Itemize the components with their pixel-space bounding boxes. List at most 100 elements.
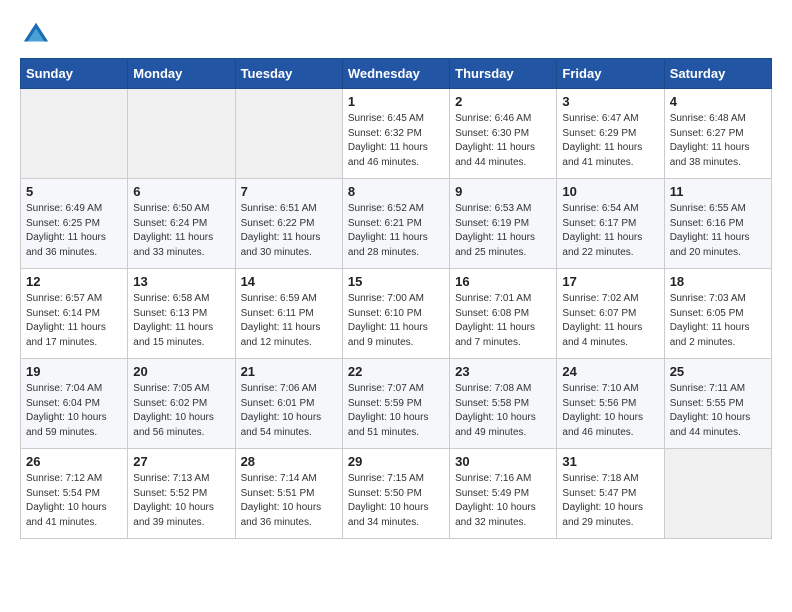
day-number: 17 [562, 274, 658, 289]
logo [20, 20, 52, 48]
day-info: Sunrise: 7:01 AM Sunset: 6:08 PM Dayligh… [455, 292, 551, 350]
day-info: Sunrise: 6:57 AM Sunset: 6:14 PM Dayligh… [26, 292, 122, 350]
week-row-1: 1 Sunrise: 6:45 AM Sunset: 6:32 PM Daylig… [21, 89, 772, 179]
day-number: 15 [348, 274, 444, 289]
day-cell: 26 Sunrise: 7:12 AM Sunset: 5:54 PM Dayli… [21, 449, 128, 539]
day-cell: 11Sunrise: 6:55 AM Sunset: 6:16 PM Dayli… [664, 179, 771, 269]
day-cell: 29Sunrise: 7:15 AM Sunset: 5:50 PM Dayli… [342, 449, 449, 539]
day-info: Sunrise: 7:05 AM Sunset: 6:02 PM Dayligh… [133, 382, 229, 440]
day-cell: 30Sunrise: 7:16 AM Sunset: 5:49 PM Dayli… [450, 449, 557, 539]
week-row-4: 19 Sunrise: 7:04 AM Sunset: 6:04 PM Dayli… [21, 359, 772, 449]
day-number: 19 [26, 364, 122, 379]
day-cell: 20 Sunrise: 7:05 AM Sunset: 6:02 PM Dayli… [128, 359, 235, 449]
day-info: Sunrise: 7:03 AM Sunset: 6:05 PM Dayligh… [670, 292, 766, 350]
day-cell: 22Sunrise: 7:07 AM Sunset: 5:59 PM Dayli… [342, 359, 449, 449]
day-number: 2 [455, 94, 551, 109]
day-number: 4 [670, 94, 766, 109]
day-number: 21 [241, 364, 337, 379]
day-cell: 31 Sunrise: 7:18 AM Sunset: 5:47 PM Dayli… [557, 449, 664, 539]
day-info: Sunrise: 6:52 AM Sunset: 6:21 PM Dayligh… [348, 202, 444, 260]
day-cell [235, 89, 342, 179]
day-cell: 27 Sunrise: 7:13 AM Sunset: 5:52 PM Dayli… [128, 449, 235, 539]
day-cell: 5 Sunrise: 6:49 AM Sunset: 6:25 PM Daylig… [21, 179, 128, 269]
day-info: Sunrise: 6:54 AM Sunset: 6:17 PM Dayligh… [562, 202, 658, 260]
day-info: Sunrise: 6:45 AM Sunset: 6:32 PM Dayligh… [348, 112, 444, 170]
day-cell: 19 Sunrise: 7:04 AM Sunset: 6:04 PM Dayli… [21, 359, 128, 449]
day-number: 12 [26, 274, 122, 289]
weekday-header-thursday: Thursday [450, 59, 557, 89]
day-cell: 25Sunrise: 7:11 AM Sunset: 5:55 PM Dayli… [664, 359, 771, 449]
day-number: 26 [26, 454, 122, 469]
day-cell [128, 89, 235, 179]
weekday-header-sunday: Sunday [21, 59, 128, 89]
day-info: Sunrise: 7:04 AM Sunset: 6:04 PM Dayligh… [26, 382, 122, 440]
day-cell [21, 89, 128, 179]
weekday-header-tuesday: Tuesday [235, 59, 342, 89]
day-info: Sunrise: 7:18 AM Sunset: 5:47 PM Dayligh… [562, 472, 658, 530]
day-cell: 24 Sunrise: 7:10 AM Sunset: 5:56 PM Dayli… [557, 359, 664, 449]
day-number: 24 [562, 364, 658, 379]
day-cell: 10 Sunrise: 6:54 AM Sunset: 6:17 PM Dayli… [557, 179, 664, 269]
day-number: 23 [455, 364, 551, 379]
day-info: Sunrise: 7:14 AM Sunset: 5:51 PM Dayligh… [241, 472, 337, 530]
day-cell: 2 Sunrise: 6:46 AM Sunset: 6:30 PM Daylig… [450, 89, 557, 179]
day-info: Sunrise: 6:49 AM Sunset: 6:25 PM Dayligh… [26, 202, 122, 260]
weekday-header-saturday: Saturday [664, 59, 771, 89]
day-number: 6 [133, 184, 229, 199]
day-info: Sunrise: 7:08 AM Sunset: 5:58 PM Dayligh… [455, 382, 551, 440]
day-number: 5 [26, 184, 122, 199]
day-cell: 21Sunrise: 7:06 AM Sunset: 6:01 PM Dayli… [235, 359, 342, 449]
day-number: 9 [455, 184, 551, 199]
logo-icon [22, 20, 50, 48]
day-number: 18 [670, 274, 766, 289]
day-cell: 7 Sunrise: 6:51 AM Sunset: 6:22 PM Daylig… [235, 179, 342, 269]
day-number: 28 [241, 454, 337, 469]
weekday-header-friday: Friday [557, 59, 664, 89]
page-header [20, 20, 772, 48]
day-info: Sunrise: 6:53 AM Sunset: 6:19 PM Dayligh… [455, 202, 551, 260]
weekday-header-monday: Monday [128, 59, 235, 89]
day-number: 20 [133, 364, 229, 379]
day-cell: 16Sunrise: 7:01 AM Sunset: 6:08 PM Dayli… [450, 269, 557, 359]
day-number: 30 [455, 454, 551, 469]
day-cell: 9 Sunrise: 6:53 AM Sunset: 6:19 PM Daylig… [450, 179, 557, 269]
day-number: 8 [348, 184, 444, 199]
day-info: Sunrise: 7:11 AM Sunset: 5:55 PM Dayligh… [670, 382, 766, 440]
day-number: 22 [348, 364, 444, 379]
day-number: 10 [562, 184, 658, 199]
day-number: 7 [241, 184, 337, 199]
day-cell: 18 Sunrise: 7:03 AM Sunset: 6:05 PM Dayli… [664, 269, 771, 359]
day-info: Sunrise: 7:02 AM Sunset: 6:07 PM Dayligh… [562, 292, 658, 350]
day-info: Sunrise: 7:15 AM Sunset: 5:50 PM Dayligh… [348, 472, 444, 530]
day-cell: 28 Sunrise: 7:14 AM Sunset: 5:51 PM Dayli… [235, 449, 342, 539]
day-info: Sunrise: 6:47 AM Sunset: 6:29 PM Dayligh… [562, 112, 658, 170]
week-row-2: 5 Sunrise: 6:49 AM Sunset: 6:25 PM Daylig… [21, 179, 772, 269]
calendar-table: SundayMondayTuesdayWednesdayThursdayFrid… [20, 58, 772, 539]
day-info: Sunrise: 7:10 AM Sunset: 5:56 PM Dayligh… [562, 382, 658, 440]
day-info: Sunrise: 6:46 AM Sunset: 6:30 PM Dayligh… [455, 112, 551, 170]
day-cell: 6 Sunrise: 6:50 AM Sunset: 6:24 PM Daylig… [128, 179, 235, 269]
day-info: Sunrise: 7:13 AM Sunset: 5:52 PM Dayligh… [133, 472, 229, 530]
weekday-header-wednesday: Wednesday [342, 59, 449, 89]
logo-text [20, 20, 52, 48]
day-info: Sunrise: 6:59 AM Sunset: 6:11 PM Dayligh… [241, 292, 337, 350]
day-number: 3 [562, 94, 658, 109]
day-number: 13 [133, 274, 229, 289]
day-cell: 17 Sunrise: 7:02 AM Sunset: 6:07 PM Dayli… [557, 269, 664, 359]
day-info: Sunrise: 6:58 AM Sunset: 6:13 PM Dayligh… [133, 292, 229, 350]
week-row-5: 26 Sunrise: 7:12 AM Sunset: 5:54 PM Dayli… [21, 449, 772, 539]
day-number: 14 [241, 274, 337, 289]
day-info: Sunrise: 7:12 AM Sunset: 5:54 PM Dayligh… [26, 472, 122, 530]
day-number: 27 [133, 454, 229, 469]
day-cell: 3 Sunrise: 6:47 AM Sunset: 6:29 PM Daylig… [557, 89, 664, 179]
weekday-header-row: SundayMondayTuesdayWednesdayThursdayFrid… [21, 59, 772, 89]
day-number: 1 [348, 94, 444, 109]
week-row-3: 12 Sunrise: 6:57 AM Sunset: 6:14 PM Dayli… [21, 269, 772, 359]
day-number: 11 [670, 184, 766, 199]
day-info: Sunrise: 6:50 AM Sunset: 6:24 PM Dayligh… [133, 202, 229, 260]
day-cell: 12 Sunrise: 6:57 AM Sunset: 6:14 PM Dayli… [21, 269, 128, 359]
day-cell: 23 Sunrise: 7:08 AM Sunset: 5:58 PM Dayli… [450, 359, 557, 449]
day-cell: 8 Sunrise: 6:52 AM Sunset: 6:21 PM Daylig… [342, 179, 449, 269]
day-info: Sunrise: 6:51 AM Sunset: 6:22 PM Dayligh… [241, 202, 337, 260]
day-number: 31 [562, 454, 658, 469]
